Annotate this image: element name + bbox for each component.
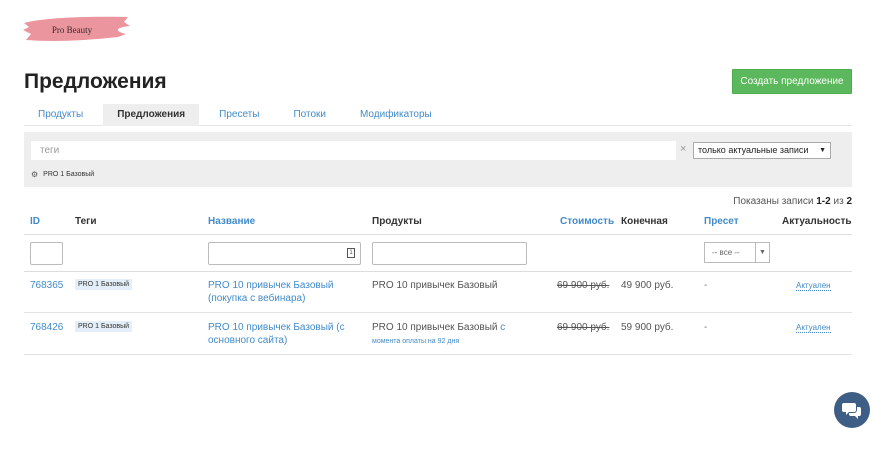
create-offer-button[interactable]: Создать предложение — [732, 69, 852, 94]
logo-text: Pro Beauty — [51, 25, 93, 35]
final-price: 59 900 руб. — [621, 322, 674, 333]
preset-filter-select[interactable]: -- все -- ▼ — [704, 242, 770, 263]
records-filter-value: только актуальные записи — [698, 145, 809, 155]
tags-search-input[interactable]: теги — [31, 141, 676, 160]
row-id-link[interactable]: 768426 — [30, 322, 63, 333]
tab-streams[interactable]: Потоки — [279, 104, 340, 126]
calendar-icon[interactable]: 1 — [347, 248, 355, 258]
column-header-products: Продукты — [372, 216, 422, 227]
records-range: 1-2 — [816, 196, 831, 207]
column-header-cost[interactable]: Стоимость — [560, 216, 614, 227]
records-count-prefix: Показаны записи — [733, 196, 814, 207]
preset-value: - — [704, 322, 708, 333]
product-name: PRO 10 привычек Базовый — [372, 280, 498, 291]
tag-badge: PRO 1 Базовый — [75, 279, 133, 290]
product-sub: момента оплаты на 92 дня — [372, 338, 460, 345]
status-badge[interactable]: Актуален — [796, 323, 831, 333]
tab-bar: Продукты Предложения Пресеты Потоки Моди… — [24, 104, 852, 126]
id-filter-input[interactable] — [30, 242, 63, 265]
records-filter-select[interactable]: только актуальные записи ▼ — [693, 142, 831, 159]
row-id-link[interactable]: 768365 — [30, 280, 63, 291]
table-row: 768365 PRO 1 Базовый PRO 10 привычек Баз… — [24, 272, 852, 313]
chevron-down-icon: ▼ — [755, 243, 769, 262]
tab-products[interactable]: Продукты — [24, 104, 97, 126]
products-filter-input[interactable] — [372, 242, 527, 265]
offer-name-link[interactable]: PRO 10 привычек Базовый (покупка с вебин… — [208, 279, 358, 305]
gear-icon: ⚙ — [31, 169, 39, 179]
product-cell: PRO 10 привычек Базовый — [372, 279, 532, 293]
selected-tag-label: PRO 1 Базовый — [43, 170, 95, 178]
final-price: 49 900 руб. — [621, 280, 674, 291]
header-divider — [24, 234, 852, 235]
page-title: Предложения — [24, 70, 167, 93]
product-tail: с — [497, 322, 506, 333]
old-price: 69 900 руб. — [557, 280, 610, 291]
tab-presets[interactable]: Пресеты — [205, 104, 273, 126]
logo[interactable]: Pro Beauty — [22, 14, 132, 44]
column-header-id[interactable]: ID — [30, 216, 40, 227]
chat-bubbles-icon — [842, 403, 861, 419]
preset-filter-value: -- все -- — [712, 248, 740, 257]
preset-value: - — [704, 280, 708, 291]
column-header-preset[interactable]: Пресет — [704, 216, 739, 227]
chat-button[interactable] — [834, 392, 870, 428]
offer-name-line1: PRO 10 привычек Базовый — [208, 280, 334, 291]
offer-name-line2: основного сайта) — [208, 335, 288, 346]
filter-panel: теги × только актуальные записи ▼ ⚙ PRO … — [24, 132, 852, 187]
tag-badge: PRO 1 Базовый — [75, 321, 133, 332]
records-count: Показаны записи 1-2 из 2 — [733, 196, 852, 207]
tab-offers[interactable]: Предложения — [103, 104, 200, 126]
product-cell: PRO 10 привычек Базовый с момента оплаты… — [372, 321, 532, 348]
clear-icon[interactable]: × — [680, 143, 686, 155]
column-header-tags: Теги — [75, 216, 97, 227]
records-total: 2 — [846, 196, 852, 207]
column-header-name[interactable]: Название — [208, 216, 255, 227]
product-name: PRO 10 привычек Базовый — [372, 322, 498, 333]
column-header-actual: Актуальность — [782, 216, 852, 227]
table-row: 768426 PRO 1 Базовый PRO 10 привычек Баз… — [24, 314, 852, 355]
offer-name-line2: (покупка с вебинара) — [208, 293, 306, 304]
status-badge[interactable]: Актуален — [796, 281, 831, 291]
offer-name-link[interactable]: PRO 10 привычек Базовый (с основного сай… — [208, 321, 358, 347]
chevron-down-icon: ▼ — [819, 147, 826, 154]
old-price: 69 900 руб. — [557, 322, 610, 333]
selected-tag-chip[interactable]: ⚙ PRO 1 Базовый — [31, 168, 94, 180]
tab-modifiers[interactable]: Модификаторы — [346, 104, 446, 126]
name-filter-input[interactable]: 1 — [208, 242, 361, 265]
offer-name-line1: PRO 10 привычек Базовый (с — [208, 322, 345, 333]
records-of: из — [833, 196, 844, 207]
column-header-final: Конечная — [621, 216, 668, 227]
